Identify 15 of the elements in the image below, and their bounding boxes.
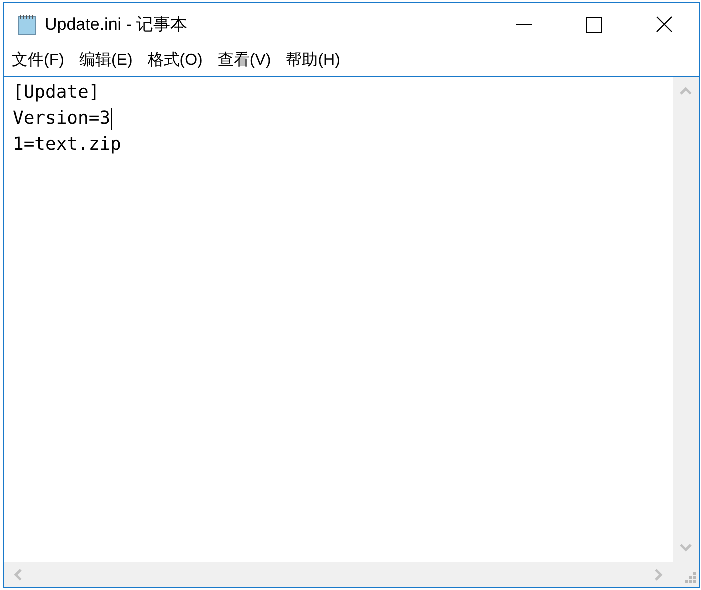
close-icon [656,16,672,33]
vertical-scrollbar[interactable] [673,77,699,562]
text-line: [Update] [13,81,100,105]
text-line: 1=text.zip [13,133,122,157]
menu-item[interactable]: 查看(V) [214,49,276,73]
text-line: Version=3 [13,107,111,131]
maximize-icon [586,16,602,32]
menu-item[interactable]: 格式(O) [144,49,207,73]
menu-item[interactable]: 编辑(E) [75,49,137,73]
horizontal-scrollbar[interactable] [4,562,673,587]
menu-item[interactable]: 帮助(H) [282,49,344,73]
minimize-icon [516,24,532,26]
window-title: Update.ini - 记事本 [45,14,188,36]
menu-item[interactable]: 文件(F) [8,49,68,73]
resize-grip-icon[interactable] [684,572,696,584]
